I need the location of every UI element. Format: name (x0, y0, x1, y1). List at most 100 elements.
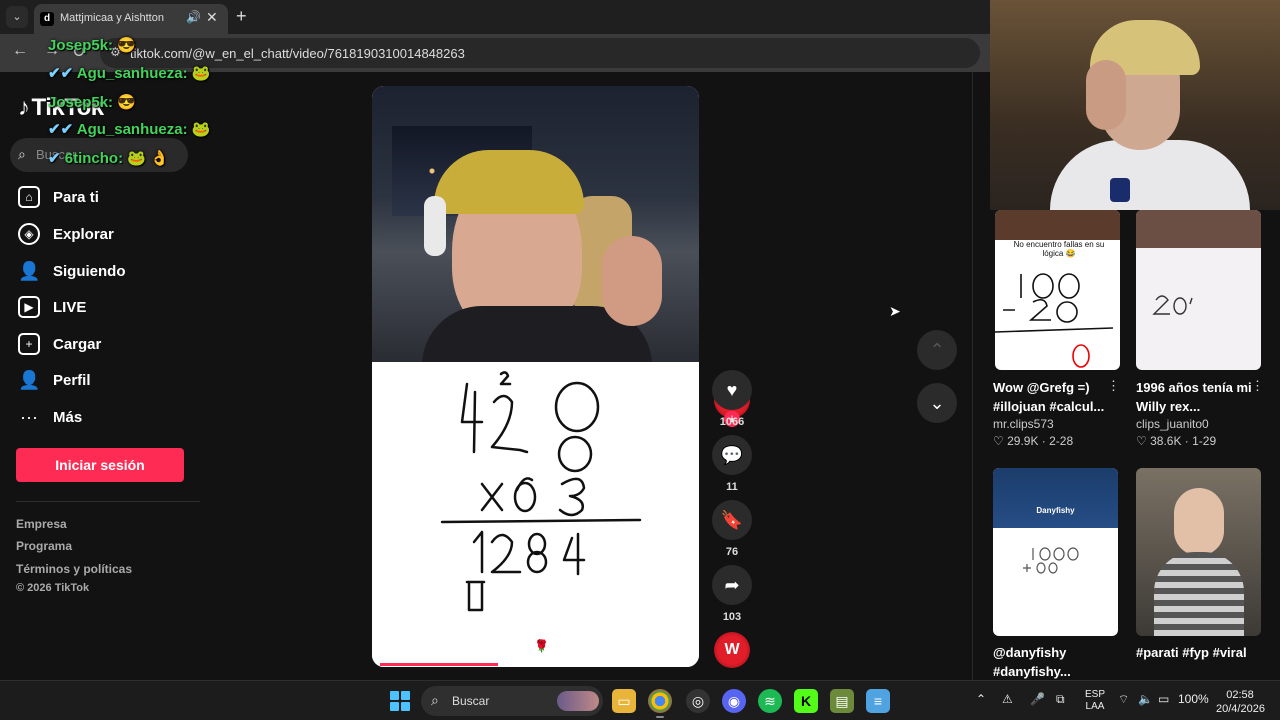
related-likes: 29.9K (1007, 434, 1039, 448)
related-title[interactable]: @danyfishy #danyfishy... (993, 643, 1113, 681)
related-title[interactable]: 1996 años tenía mi Willy rex... (1136, 378, 1256, 416)
kick-icon[interactable]: K (794, 689, 818, 713)
nav-label: Perfil (53, 371, 91, 389)
language-indicator[interactable]: ESP LAA (1082, 689, 1108, 713)
spotify-icon[interactable]: ≋ (758, 689, 782, 713)
nav-label: Explorar (53, 225, 114, 243)
file-explorer-icon[interactable]: ▭ (612, 689, 636, 713)
tray-app-icon[interactable]: ⧉ (1056, 692, 1065, 707)
webcam-overlay (990, 0, 1280, 210)
thumb-header (1136, 210, 1261, 248)
video-date: · 3-17 (474, 611, 509, 626)
show-hidden-icons-chevron-icon[interactable]: ⌃ (976, 692, 986, 706)
browser-tab[interactable]: d Mattjmicaa y Aishtton 🔊 ✕ (34, 4, 228, 34)
more-options-icon[interactable]: ⋮ (1251, 378, 1264, 394)
like-count: 1066 (719, 416, 745, 428)
nav-item-cargar[interactable]: + Cargar (18, 330, 101, 358)
chat-message: ✔ 6tincho: 🐸 👌 (48, 149, 169, 167)
related-user[interactable]: mr.clips573 (993, 417, 1054, 431)
video-description: Menos mal que es streamer 🌹 (382, 639, 550, 653)
chat-message: Josep5k: 😎 (48, 93, 136, 111)
video-author[interactable]: w_en_el_chatt · 3-17 (382, 611, 508, 626)
nav-label: Para ti (53, 188, 99, 206)
nav-label: Más (53, 408, 83, 426)
chevron-up-icon: ⌃ (929, 340, 945, 360)
notepad-icon[interactable]: ≡ (866, 689, 890, 713)
more-link[interactable]: más (660, 641, 684, 655)
lang-bottom: LAA (1085, 701, 1105, 712)
address-bar[interactable]: ⚙ tiktok.com/@w_en_el_chatt/video/761819… (100, 38, 980, 68)
thumb-header (993, 468, 1118, 528)
taskbar-search[interactable]: ⌕ Buscar (421, 686, 603, 716)
previous-video-button[interactable]: ⌃ (917, 330, 957, 370)
discord-icon[interactable]: ◉ (722, 689, 746, 713)
related-stats: ♡ 29.9K · 2-28 (993, 434, 1074, 448)
related-video-thumb[interactable] (1136, 468, 1261, 636)
comment-button[interactable]: 💬 (712, 435, 752, 475)
webcam-shirt (1050, 140, 1250, 210)
like-button[interactable]: ♥ (712, 370, 752, 410)
related-stats: ♡ 38.6K · 1-29 (1136, 434, 1217, 448)
taskbar-search-text: Buscar (452, 694, 490, 708)
chat-emote: 🐸 (191, 65, 211, 82)
nav-item-live[interactable]: ▶ LIVE (18, 293, 86, 321)
headphones (424, 196, 446, 256)
thumb-sweater (1154, 552, 1244, 636)
webcam-crest (1110, 178, 1130, 202)
related-title[interactable]: Wow @Grefg =) #illojuan #calcul... (993, 378, 1113, 416)
login-button[interactable]: Iniciar sesión (16, 448, 184, 482)
footer-link-programa[interactable]: Programa (16, 539, 72, 553)
related-video-thumb[interactable] (1136, 210, 1261, 370)
footer-link-empresa[interactable]: Empresa (16, 517, 67, 531)
related-date: 1-29 (1192, 434, 1217, 448)
audio-playing-icon[interactable]: 🔊 (186, 10, 201, 24)
related-video-thumb[interactable]: Danyfishy (993, 468, 1118, 636)
chat-user: 6tincho: (64, 150, 124, 167)
clock[interactable]: 02:58 20/4/2026 (1216, 688, 1265, 716)
chat-user: Agu_sanhueza: (76, 65, 188, 82)
related-user[interactable]: clips_juanito0 (1136, 417, 1209, 431)
more-options-icon[interactable]: ⋮ (1107, 378, 1120, 394)
thumb-face (1174, 488, 1224, 556)
new-tab-button[interactable]: + (236, 6, 247, 27)
video-camera-frame (372, 86, 699, 366)
nav-item-explorar[interactable]: ◈ Explorar (18, 220, 114, 248)
tiktok-favicon-icon: d (40, 12, 54, 26)
profile-icon: 👤 (18, 370, 41, 390)
nav-item-mas[interactable]: ··· Más (18, 403, 82, 431)
save-button[interactable]: 🔖 (712, 500, 752, 540)
related-video-thumb[interactable]: No encuentro fallas en su lógica 😂 (995, 210, 1120, 370)
share-button[interactable]: ➦ (712, 565, 752, 605)
chat-message: Josep5k: 😎 (48, 36, 136, 54)
heart-icon: ♥ (726, 380, 738, 400)
obs-icon[interactable]: ◎ (686, 689, 710, 713)
chat-badges-icon: ✔✔ (48, 65, 77, 82)
video-player[interactable]: w_en_el_chatt · 3-17 Menos mal que es st… (372, 86, 699, 667)
next-video-button[interactable]: ⌄ (917, 383, 957, 423)
battery-icon[interactable]: ▭ (1158, 692, 1169, 706)
close-tab-icon[interactable]: ✕ (206, 9, 218, 26)
chrome-icon[interactable] (648, 689, 672, 713)
nav-item-perfil[interactable]: 👤 Perfil (18, 366, 91, 394)
windows-start-icon[interactable] (390, 691, 410, 711)
nav-item-siguiendo[interactable]: 👤 Siguiendo (18, 257, 126, 285)
network-status-icon[interactable]: ⚠ (1002, 692, 1013, 706)
chat-message: ✔✔ Agu_sanhueza: 🐸 (48, 120, 210, 138)
game-app-icon[interactable]: ▤ (830, 689, 854, 713)
chat-emote: 🐸 (191, 121, 211, 138)
thumb-math-drawing (995, 273, 1114, 368)
microphone-icon[interactable]: 🎤 (1030, 692, 1045, 706)
tab-search-dropdown[interactable]: ⌄ (6, 6, 28, 28)
related-title[interactable]: #parati #fyp #viral (1136, 643, 1256, 662)
tab-title: Mattjmicaa y Aishtton (60, 12, 164, 24)
volume-icon[interactable]: 🔈 (1138, 692, 1153, 706)
wifi-icon[interactable]: ⌔ (1118, 692, 1129, 707)
footer-link-terminos[interactable]: Términos y políticas (16, 562, 132, 576)
video-progress-bar[interactable] (380, 663, 691, 666)
chat-user: Agu_sanhueza: (76, 121, 188, 138)
nav-item-para-ti[interactable]: ⌂ Para ti (18, 183, 99, 211)
back-arrow-icon[interactable]: ← (12, 42, 28, 60)
music-disc-icon[interactable]: W (714, 632, 750, 668)
chat-message: ✔✔ Agu_sanhueza: 🐸 (48, 64, 210, 82)
related-date: 2-28 (1049, 434, 1074, 448)
